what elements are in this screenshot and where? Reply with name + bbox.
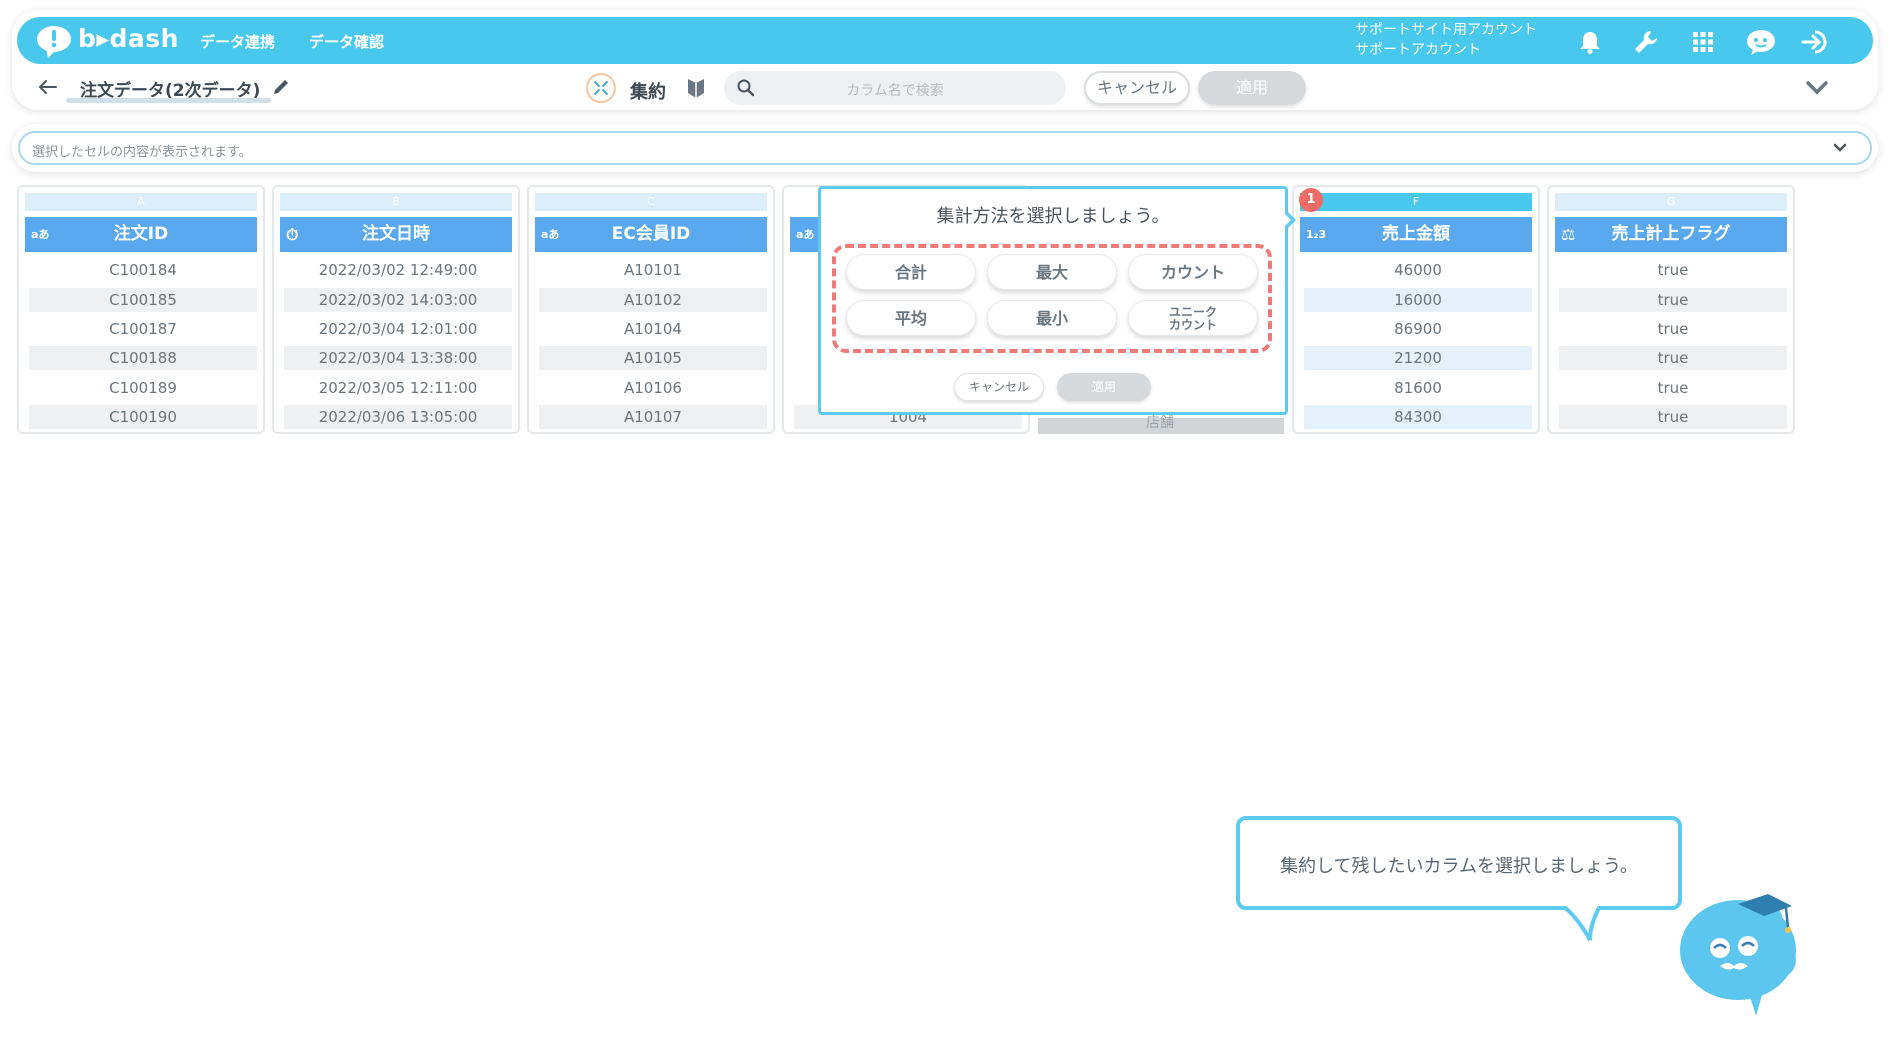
- cell-value-field[interactable]: [18, 131, 1872, 165]
- table-cell[interactable]: A10107: [539, 405, 767, 429]
- table-cell[interactable]: 2022/03/06 13:05:00: [284, 405, 512, 429]
- wrench-icon[interactable]: [1632, 28, 1660, 56]
- column-letter-a: A: [25, 193, 257, 211]
- column-letter-b: B: [280, 193, 512, 211]
- popup-title: 集計方法を選択しましょう。: [936, 206, 1170, 227]
- chevron-down-icon[interactable]: [1804, 78, 1830, 98]
- selected-count-badge: 1: [1299, 188, 1323, 212]
- table-cell[interactable]: C100184: [29, 258, 257, 282]
- table-cell[interactable]: true: [1559, 376, 1787, 400]
- cancel-button[interactable]: キャンセル: [1084, 71, 1190, 105]
- popup-cancel-button[interactable]: キャンセル: [954, 373, 1044, 401]
- column-letter-c: C: [535, 193, 767, 211]
- column-letter-f: F: [1300, 193, 1532, 211]
- min-option-button[interactable]: 最小: [987, 300, 1117, 336]
- text-type-icon: aあ: [31, 228, 50, 241]
- bell-icon[interactable]: [1576, 28, 1604, 56]
- search-placeholder: カラム名で検索: [846, 83, 944, 99]
- sum-option-button[interactable]: 合計: [846, 254, 976, 290]
- max-option-button[interactable]: 最大: [987, 254, 1117, 290]
- table-cell[interactable]: 16000: [1304, 288, 1532, 312]
- count-option-button[interactable]: カウント: [1128, 254, 1258, 290]
- mascot-help-icon[interactable]: [1744, 28, 1778, 56]
- table-cell[interactable]: true: [1559, 346, 1787, 370]
- account-user-name: サポートアカウント: [1355, 42, 1481, 58]
- table-cell[interactable]: true: [1559, 405, 1787, 429]
- table-cell[interactable]: 2022/03/04 13:38:00: [284, 346, 512, 370]
- scale-type-icon: ⚖: [1561, 225, 1576, 244]
- table-cell[interactable]: 81600: [1304, 376, 1532, 400]
- table-cell[interactable]: true: [1559, 258, 1787, 282]
- account-site-name: サポートサイト用アカウント: [1355, 22, 1537, 38]
- pencil-icon[interactable]: [272, 78, 290, 96]
- cell-bar-chevron-down-icon[interactable]: [1831, 141, 1849, 155]
- column-letter-g: G: [1555, 193, 1787, 211]
- beginner-mark-icon[interactable]: [686, 76, 706, 100]
- aggregate-mode-label: 集約: [630, 82, 666, 103]
- table-cell[interactable]: 46000: [1304, 258, 1532, 282]
- table-cell[interactable]: A10105: [539, 346, 767, 370]
- table-cell[interactable]: 2022/03/04 12:01:00: [284, 317, 512, 341]
- table-cell[interactable]: true: [1559, 317, 1787, 341]
- table-cell[interactable]: 86900: [1304, 317, 1532, 341]
- speech-tail: [1561, 906, 1602, 941]
- logo-text[interactable]: b▸dash: [78, 24, 179, 53]
- mascot-guide-icon: [1680, 894, 1796, 1016]
- column-header-order-id[interactable]: 注文ID: [25, 217, 257, 252]
- account-info[interactable]: サポートサイト用アカウント サポートアカウント: [1355, 20, 1537, 60]
- nav-data-integration[interactable]: データ連携: [200, 31, 275, 52]
- table-cell[interactable]: 84300: [1304, 405, 1532, 429]
- back-arrow-icon[interactable]: [36, 78, 58, 96]
- table-cell[interactable]: C100189: [29, 376, 257, 400]
- table-cell[interactable]: 2022/03/05 12:11:00: [284, 376, 512, 400]
- column-header-ec-member-id[interactable]: EC会員ID: [535, 217, 767, 252]
- text-type-icon: aあ: [541, 228, 560, 241]
- column-header-sales-amount[interactable]: 売上金額: [1300, 217, 1532, 252]
- column-header-order-datetime[interactable]: 注文日時: [280, 217, 512, 252]
- table-cell[interactable]: true: [1559, 288, 1787, 312]
- title-underline: [66, 98, 271, 103]
- logout-icon[interactable]: [1800, 28, 1834, 56]
- guide-message: 集約して残したいカラムを選択しましょう。: [1280, 856, 1638, 877]
- unique-count-option-button[interactable]: ユニーク カウント: [1128, 300, 1258, 336]
- table-cell[interactable]: A10101: [539, 258, 767, 282]
- nav-data-check[interactable]: データ確認: [309, 31, 384, 52]
- apply-button[interactable]: 適用: [1198, 71, 1306, 105]
- popup-apply-button[interactable]: 適用: [1057, 373, 1151, 401]
- table-cell[interactable]: 2022/03/02 12:49:00: [284, 258, 512, 282]
- apps-grid-icon[interactable]: [1689, 28, 1717, 56]
- text-type-icon: aあ: [796, 228, 815, 241]
- table-cell[interactable]: 店舗: [1146, 412, 1174, 432]
- table-cell[interactable]: 2022/03/02 14:03:00: [284, 288, 512, 312]
- column-header-sales-flag[interactable]: 売上計上フラグ: [1555, 217, 1787, 252]
- table-cell[interactable]: C100185: [29, 288, 257, 312]
- table-cell[interactable]: A10106: [539, 376, 767, 400]
- number-type-icon: 1₂3: [1306, 228, 1327, 241]
- average-option-button[interactable]: 平均: [846, 300, 976, 336]
- cell-value-placeholder: 選択したセルの内容が表示されます。: [32, 145, 252, 160]
- aggregate-icon: [586, 73, 616, 103]
- table-cell[interactable]: C100187: [29, 317, 257, 341]
- table-cell[interactable]: 21200: [1304, 346, 1532, 370]
- table-cell[interactable]: A10104: [539, 317, 767, 341]
- timer-type-icon: ⏱: [286, 225, 299, 244]
- table-cell[interactable]: A10102: [539, 288, 767, 312]
- table-cell[interactable]: C100188: [29, 346, 257, 370]
- unique-count-label-line2: カウント: [1168, 318, 1217, 332]
- table-cell[interactable]: C100190: [29, 405, 257, 429]
